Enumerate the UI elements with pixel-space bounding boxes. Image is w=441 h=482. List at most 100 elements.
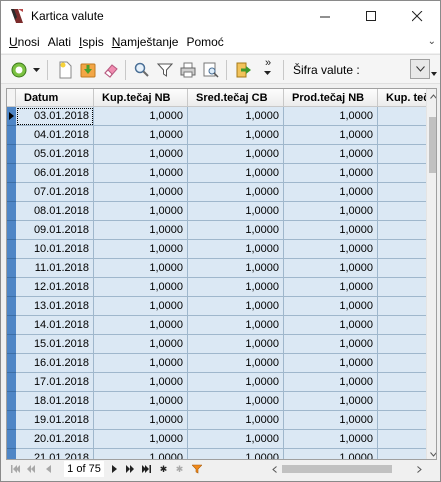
cell-kup-tecaj-nb[interactable]: 1,0000: [94, 183, 188, 202]
table-row[interactable]: 19.01.2018 1,0000 1,0000 1,0000: [7, 411, 427, 430]
cell-kup-tec[interactable]: [378, 354, 427, 373]
print-preview-button[interactable]: [201, 60, 221, 80]
table-row[interactable]: 04.01.2018 1,0000 1,0000 1,0000: [7, 126, 427, 145]
title-bar[interactable]: Kartica valute: [1, 1, 440, 31]
cell-datum[interactable]: 13.01.2018: [16, 297, 94, 316]
row-indicator[interactable]: [7, 430, 16, 449]
cell-datum[interactable]: 14.01.2018: [16, 316, 94, 335]
cell-sred-tecaj-cb[interactable]: 1,0000: [188, 202, 284, 221]
cell-prod-tecaj-nb[interactable]: 1,0000: [284, 354, 378, 373]
minimize-button[interactable]: [302, 1, 348, 31]
cell-kup-tec[interactable]: [378, 259, 427, 278]
cell-sred-tecaj-cb[interactable]: 1,0000: [188, 240, 284, 259]
table-row[interactable]: 14.01.2018 1,0000 1,0000 1,0000: [7, 316, 427, 335]
cell-datum[interactable]: 21.01.2018: [16, 449, 94, 459]
cell-sred-tecaj-cb[interactable]: 1,0000: [188, 449, 284, 459]
table-row[interactable]: 21.01.2018 1,0000 1,0000 1,0000: [7, 449, 427, 459]
cell-sred-tecaj-cb[interactable]: 1,0000: [188, 183, 284, 202]
table-row[interactable]: 10.01.2018 1,0000 1,0000 1,0000: [7, 240, 427, 259]
column-header-prod-tecaj-nb[interactable]: Prod.tečaj NB: [284, 89, 378, 107]
row-indicator[interactable]: [7, 316, 16, 335]
cell-kup-tecaj-nb[interactable]: 1,0000: [94, 449, 188, 459]
menu-overflow-chevron-icon[interactable]: ⌄: [428, 36, 436, 47]
table-row[interactable]: 11.01.2018 1,0000 1,0000 1,0000: [7, 259, 427, 278]
print-button[interactable]: [178, 60, 198, 80]
cell-sred-tecaj-cb[interactable]: 1,0000: [188, 411, 284, 430]
menu-ispis[interactable]: Ispis: [75, 31, 108, 53]
cell-sred-tecaj-cb[interactable]: 1,0000: [188, 221, 284, 240]
table-row[interactable]: 08.01.2018 1,0000 1,0000 1,0000: [7, 202, 427, 221]
cell-kup-tec[interactable]: [378, 373, 427, 392]
cell-kup-tecaj-nb[interactable]: 1,0000: [94, 221, 188, 240]
previous-page-button[interactable]: [24, 461, 39, 477]
row-indicator[interactable]: [7, 354, 16, 373]
cell-kup-tec[interactable]: [378, 183, 427, 202]
row-indicator[interactable]: [7, 297, 16, 316]
cell-kup-tec[interactable]: [378, 221, 427, 240]
cell-prod-tecaj-nb[interactable]: 1,0000: [284, 145, 378, 164]
cell-kup-tecaj-nb[interactable]: 1,0000: [94, 373, 188, 392]
close-button[interactable]: [394, 1, 440, 31]
row-indicator[interactable]: [7, 373, 16, 392]
scroll-down-button[interactable]: [427, 447, 436, 459]
cell-prod-tecaj-nb[interactable]: 1,0000: [284, 297, 378, 316]
cell-kup-tecaj-nb[interactable]: 1,0000: [94, 392, 188, 411]
row-indicator[interactable]: [7, 240, 16, 259]
maximize-button[interactable]: [348, 1, 394, 31]
cell-kup-tecaj-nb[interactable]: 1,0000: [94, 430, 188, 449]
column-header-datum[interactable]: Datum: [16, 89, 94, 107]
cell-kup-tec[interactable]: [378, 202, 427, 221]
table-row[interactable]: 07.01.2018 1,0000 1,0000 1,0000: [7, 183, 427, 202]
cell-prod-tecaj-nb[interactable]: 1,0000: [284, 202, 378, 221]
cell-prod-tecaj-nb[interactable]: 1,0000: [284, 278, 378, 297]
cell-kup-tecaj-nb[interactable]: 1,0000: [94, 202, 188, 221]
cell-kup-tec[interactable]: [378, 449, 427, 459]
row-indicator[interactable]: [7, 183, 16, 202]
cell-datum[interactable]: 15.01.2018: [16, 335, 94, 354]
cell-prod-tecaj-nb[interactable]: 1,0000: [284, 373, 378, 392]
cell-sred-tecaj-cb[interactable]: 1,0000: [188, 430, 284, 449]
cell-prod-tecaj-nb[interactable]: 1,0000: [284, 126, 378, 145]
refresh-dropdown-button[interactable]: [31, 60, 43, 80]
row-indicator[interactable]: [7, 411, 16, 430]
table-row[interactable]: 09.01.2018 1,0000 1,0000 1,0000: [7, 221, 427, 240]
vertical-scroll-thumb[interactable]: [429, 117, 436, 173]
cell-sred-tecaj-cb[interactable]: 1,0000: [188, 164, 284, 183]
search-button[interactable]: [132, 60, 152, 80]
cell-kup-tec[interactable]: [378, 145, 427, 164]
table-row[interactable]: 18.01.2018 1,0000 1,0000 1,0000: [7, 392, 427, 411]
cell-kup-tecaj-nb[interactable]: 1,0000: [94, 240, 188, 259]
cell-sred-tecaj-cb[interactable]: 1,0000: [188, 373, 284, 392]
cell-prod-tecaj-nb[interactable]: 1,0000: [284, 221, 378, 240]
row-indicator[interactable]: [7, 278, 16, 297]
cell-sred-tecaj-cb[interactable]: 1,0000: [188, 297, 284, 316]
cell-datum[interactable]: 18.01.2018: [16, 392, 94, 411]
menu-unosi[interactable]: Unosi: [5, 31, 44, 53]
cell-sred-tecaj-cb[interactable]: 1,0000: [188, 107, 284, 126]
menu-alati[interactable]: Alati: [44, 31, 75, 53]
next-record-button[interactable]: [107, 461, 122, 477]
row-indicator[interactable]: [7, 449, 16, 459]
cell-sred-tecaj-cb[interactable]: 1,0000: [188, 392, 284, 411]
row-indicator[interactable]: [7, 145, 16, 164]
row-indicator[interactable]: [7, 126, 16, 145]
cell-prod-tecaj-nb[interactable]: 1,0000: [284, 240, 378, 259]
cell-datum[interactable]: 09.01.2018: [16, 221, 94, 240]
table-row[interactable]: 16.01.2018 1,0000 1,0000 1,0000: [7, 354, 427, 373]
cell-kup-tec[interactable]: [378, 164, 427, 183]
column-header-kup-tec[interactable]: Kup. teč: [378, 89, 427, 107]
horizontal-scroll-thumb[interactable]: [282, 465, 392, 473]
cell-datum[interactable]: 17.01.2018: [16, 373, 94, 392]
table-row[interactable]: 06.01.2018 1,0000 1,0000 1,0000: [7, 164, 427, 183]
cell-prod-tecaj-nb[interactable]: 1,0000: [284, 411, 378, 430]
last-record-button[interactable]: [139, 461, 154, 477]
cell-datum[interactable]: 12.01.2018: [16, 278, 94, 297]
exchange-rate-grid[interactable]: Datum Kup.tečaj NB Sred.tečaj CB Prod.te…: [6, 88, 437, 460]
scroll-left-button[interactable]: [268, 462, 280, 476]
cell-datum[interactable]: 04.01.2018: [16, 126, 94, 145]
toolbar-end-arrow-icon[interactable]: [431, 72, 438, 77]
cell-prod-tecaj-nb[interactable]: 1,0000: [284, 430, 378, 449]
refresh-button[interactable]: [9, 60, 29, 80]
cell-sred-tecaj-cb[interactable]: 1,0000: [188, 126, 284, 145]
new-record-disabled-button[interactable]: ✱: [172, 461, 187, 477]
